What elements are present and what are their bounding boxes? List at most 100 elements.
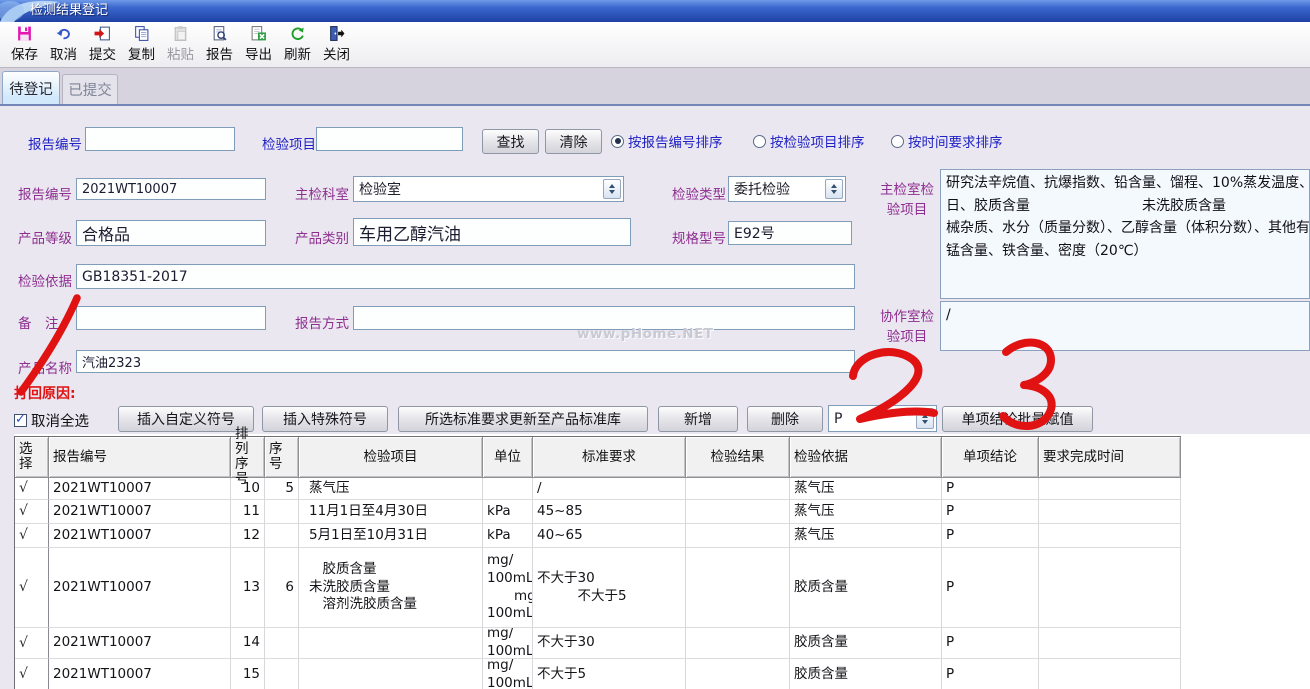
copy-button[interactable]: 复制 xyxy=(122,25,161,63)
table-cell[interactable] xyxy=(1039,548,1181,628)
product-name-input[interactable] xyxy=(76,350,855,373)
clear-button[interactable]: 清除 xyxy=(545,129,602,154)
table-cell[interactable] xyxy=(265,659,299,689)
insp-type-combo[interactable]: 委托检验 xyxy=(728,176,846,202)
table-cell[interactable]: 蒸气压 xyxy=(790,478,942,500)
update-standard-button[interactable]: 所选标准要求更新至产品标准库 xyxy=(398,406,648,432)
table-cell[interactable]: 蒸气压 xyxy=(790,524,942,548)
search-report-no-input[interactable] xyxy=(85,127,235,151)
table-cell[interactable]: 5 xyxy=(265,478,299,500)
table-cell[interactable]: 12 xyxy=(231,524,265,548)
table-cell[interactable]: 10 xyxy=(231,478,265,500)
sort-by-item-radio[interactable]: 按检验项目排序 xyxy=(753,131,865,151)
paste-button[interactable]: 粘贴 xyxy=(161,25,200,63)
table-cell[interactable]: 蒸气压 xyxy=(299,478,483,500)
table-cell[interactable]: 2021WT10007 xyxy=(49,659,231,689)
remark-input[interactable] xyxy=(76,306,266,330)
table-cell[interactable]: 11月1日至4月30日 xyxy=(299,500,483,524)
spinner-icon[interactable] xyxy=(825,179,843,199)
table-cell[interactable]: 2021WT10007 xyxy=(49,478,231,500)
export-button[interactable]: 导出 xyxy=(239,25,278,63)
close-button[interactable]: 关闭 xyxy=(317,25,356,63)
table-cell[interactable]: √ xyxy=(15,500,49,524)
add-button[interactable]: 新增 xyxy=(658,406,738,432)
table-cell[interactable] xyxy=(1039,659,1181,689)
table-cell[interactable]: 45~85 xyxy=(533,500,686,524)
table-cell[interactable]: P xyxy=(942,524,1039,548)
table-cell[interactable]: 13 xyxy=(231,548,265,628)
submit-button[interactable]: 提交 xyxy=(83,25,122,63)
table-cell[interactable]: 不大于30 xyxy=(533,628,686,659)
report-button[interactable]: 报告 xyxy=(200,25,239,63)
table-cell[interactable] xyxy=(265,628,299,659)
product-type-input[interactable] xyxy=(353,218,631,246)
table-cell[interactable] xyxy=(265,500,299,524)
main-items-textarea[interactable]: 研究法辛烷值、抗爆指数、铅含量、馏程、10%蒸发温度、50%蒸 日、胶质含量 未… xyxy=(940,169,1310,299)
table-cell[interactable]: P xyxy=(942,500,1039,524)
table-cell[interactable]: 不大于30 不大于5 xyxy=(533,548,686,628)
spec-model-input[interactable] xyxy=(728,221,852,245)
tab-pending[interactable]: 待登记 xyxy=(2,71,60,104)
search-item-input[interactable] xyxy=(316,127,463,151)
table-cell[interactable] xyxy=(299,659,483,689)
uncheck-all-control[interactable]: 取消全选 xyxy=(14,410,89,431)
report-no-input[interactable] xyxy=(76,178,266,200)
uncheck-all-checkbox[interactable] xyxy=(14,414,27,427)
table-cell[interactable]: kPa xyxy=(483,524,533,548)
table-cell[interactable]: mg/ 100mL xyxy=(483,659,533,689)
table-cell[interactable] xyxy=(1039,524,1181,548)
table-cell[interactable] xyxy=(299,628,483,659)
table-cell[interactable]: P xyxy=(942,478,1039,500)
table-cell[interactable] xyxy=(686,548,790,628)
tab-submitted[interactable]: 已提交 xyxy=(62,74,118,104)
table-cell[interactable]: √ xyxy=(15,548,49,628)
table-cell[interactable]: 不大于5 xyxy=(533,659,686,689)
sort-by-time-radio[interactable]: 按时间要求排序 xyxy=(891,131,1003,151)
table-cell[interactable]: 2021WT10007 xyxy=(49,524,231,548)
table-cell[interactable] xyxy=(686,628,790,659)
batch-assign-button[interactable]: 单项结论批量赋值 xyxy=(942,406,1093,432)
insert-custom-symbol-button[interactable]: 插入自定义符号 xyxy=(118,406,254,432)
table-cell[interactable]: √ xyxy=(15,524,49,548)
table-cell[interactable] xyxy=(1039,628,1181,659)
table-cell[interactable]: 15 xyxy=(231,659,265,689)
table-cell[interactable]: 2021WT10007 xyxy=(49,628,231,659)
table-cell[interactable]: 胶质含量 xyxy=(790,628,942,659)
table-cell[interactable] xyxy=(686,659,790,689)
coop-items-textarea[interactable]: / xyxy=(940,301,1310,351)
table-cell[interactable]: mg/ 100mL xyxy=(483,628,533,659)
conclusion-combo[interactable]: P xyxy=(828,405,937,432)
table-cell[interactable] xyxy=(686,524,790,548)
table-cell[interactable]: mg/ 100mL mg/ 100mL xyxy=(483,548,533,628)
table-cell[interactable]: 胶质含量 未洗胶质含量 溶剂洗胶质含量 xyxy=(299,548,483,628)
table-cell[interactable]: P xyxy=(942,628,1039,659)
table-cell[interactable]: 14 xyxy=(231,628,265,659)
table-cell[interactable] xyxy=(483,478,533,500)
table-cell[interactable]: √ xyxy=(15,628,49,659)
table-cell[interactable]: 11 xyxy=(231,500,265,524)
table-cell[interactable] xyxy=(265,524,299,548)
table-cell[interactable]: 胶质含量 xyxy=(790,659,942,689)
insert-special-symbol-button[interactable]: 插入特殊符号 xyxy=(262,406,388,432)
save-button[interactable]: 保存 xyxy=(5,25,44,63)
main-dept-combo[interactable]: 检验室 xyxy=(353,176,624,202)
table-cell[interactable] xyxy=(686,478,790,500)
insp-basis-input[interactable] xyxy=(76,264,855,289)
spinner-icon[interactable] xyxy=(916,408,934,429)
table-cell[interactable]: kPa xyxy=(483,500,533,524)
table-cell[interactable] xyxy=(1039,500,1181,524)
product-grade-input[interactable] xyxy=(76,220,266,246)
table-cell[interactable]: 2021WT10007 xyxy=(49,548,231,628)
table-cell[interactable]: √ xyxy=(15,478,49,500)
table-cell[interactable]: 蒸气压 xyxy=(790,500,942,524)
delete-button[interactable]: 删除 xyxy=(747,406,823,432)
table-cell[interactable]: 6 xyxy=(265,548,299,628)
undo-button[interactable]: 取消 xyxy=(44,25,83,63)
refresh-button[interactable]: 刷新 xyxy=(278,25,317,63)
table-cell[interactable]: 胶质含量 xyxy=(790,548,942,628)
table-cell[interactable]: P xyxy=(942,548,1039,628)
table-cell[interactable] xyxy=(686,500,790,524)
spinner-icon[interactable] xyxy=(603,179,621,199)
table-cell[interactable]: P xyxy=(942,659,1039,689)
table-cell[interactable]: √ xyxy=(15,659,49,689)
